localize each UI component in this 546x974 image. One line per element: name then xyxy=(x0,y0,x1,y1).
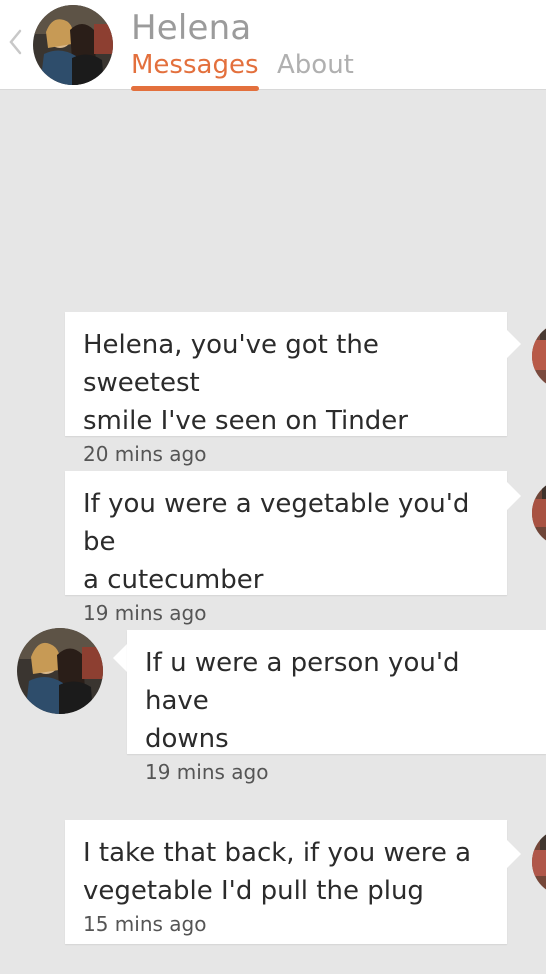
tab-messages[interactable]: Messages xyxy=(131,50,259,80)
message-line: downs xyxy=(145,724,229,754)
back-button[interactable] xyxy=(6,28,24,56)
my-avatar[interactable] xyxy=(530,477,546,549)
active-tab-indicator xyxy=(131,86,259,91)
message-line: Helena, you've got the sweetest xyxy=(83,330,379,398)
message-line: I take that back, if you were a xyxy=(83,838,472,868)
message-line: a cutecumber xyxy=(83,565,264,595)
bubble-tail xyxy=(113,644,127,672)
chevron-left-icon xyxy=(9,29,22,55)
bubble-tail xyxy=(507,840,521,868)
message-text: I take that back, if you were a vegetabl… xyxy=(83,834,489,910)
message-bubble-sent[interactable]: I take that back, if you were a vegetabl… xyxy=(65,820,507,944)
message-text: If u were a person you'd have downs xyxy=(145,644,528,758)
message-line: vegetable I'd pull the plug xyxy=(83,876,424,906)
contact-avatar[interactable] xyxy=(16,627,104,715)
chat-header: Helena Messages About xyxy=(0,0,546,91)
message-text: Helena, you've got the sweetest smile I'… xyxy=(83,326,489,440)
tab-about[interactable]: About xyxy=(277,50,354,80)
my-avatar[interactable] xyxy=(530,320,546,392)
bubble-tail xyxy=(507,482,521,510)
message-line: If you were a vegetable you'd be xyxy=(83,489,470,557)
my-avatar[interactable] xyxy=(530,826,546,898)
contact-name: Helena xyxy=(131,8,252,48)
message-timestamp: 19 mins ago xyxy=(145,760,269,784)
bubble-tail xyxy=(507,330,521,358)
message-text: If you were a vegetable you'd be a cutec… xyxy=(83,485,489,599)
message-line: If u were a person you'd have xyxy=(145,648,460,716)
contact-avatar[interactable] xyxy=(32,4,114,86)
message-bubble-sent[interactable]: Helena, you've got the sweetest smile I'… xyxy=(65,312,507,466)
message-line: smile I've seen on Tinder xyxy=(83,406,408,436)
message-timestamp: 15 mins ago xyxy=(83,912,207,936)
message-timestamp: 20 mins ago xyxy=(83,442,207,466)
message-bubble-sent[interactable]: If you were a vegetable you'd be a cutec… xyxy=(65,471,507,625)
message-bubble-received[interactable]: If u were a person you'd have downs 19 m… xyxy=(127,630,546,784)
message-timestamp: 19 mins ago xyxy=(83,601,207,625)
